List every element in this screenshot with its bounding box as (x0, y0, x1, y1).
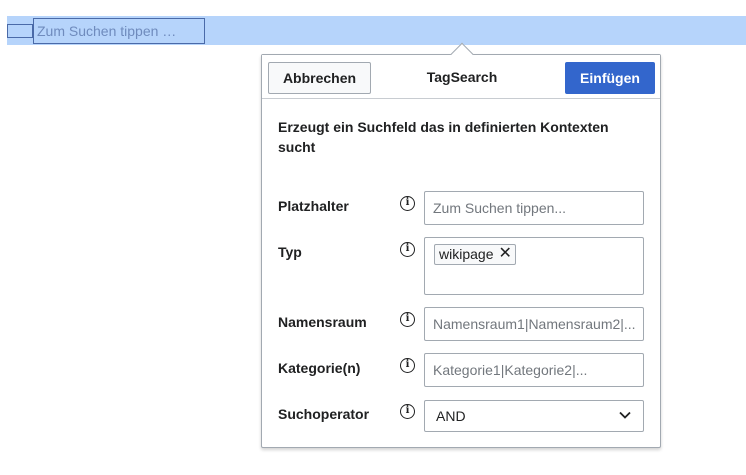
type-label: Typ (278, 244, 302, 260)
operator-select[interactable]: AND (424, 400, 644, 432)
type-tag-label: wikipage (439, 246, 494, 262)
info-icon[interactable]: i (400, 404, 415, 419)
info-icon[interactable]: i (400, 196, 415, 211)
placeholder-label: Platzhalter (278, 198, 349, 214)
info-icon[interactable]: i (400, 358, 415, 373)
info-icon[interactable]: i (400, 312, 415, 327)
insert-button[interactable]: Einfügen (565, 62, 655, 94)
category-label: Kategorie(n) (278, 360, 361, 376)
widget-handle[interactable] (7, 24, 33, 38)
category-input[interactable] (424, 353, 644, 387)
selected-widget-highlight[interactable]: Zum Suchen tippen … (7, 16, 746, 45)
close-icon[interactable]: ✕ (498, 245, 511, 262)
operator-label: Suchoperator (278, 406, 370, 422)
dialog-header: Abbrechen TagSearch Einfügen (262, 55, 660, 99)
namespace-input[interactable] (424, 307, 644, 341)
dialog-description: Erzeugt ein Suchfeld das in definierten … (278, 119, 609, 155)
dialog-title: TagSearch (426, 69, 498, 85)
namespace-label: Namensraum (278, 314, 367, 330)
cancel-button[interactable]: Abbrechen (268, 62, 371, 94)
type-tag: wikipage ✕ (434, 244, 516, 265)
operator-value: AND (436, 408, 466, 424)
placeholder-input[interactable] (424, 191, 644, 225)
search-widget-preview[interactable]: Zum Suchen tippen … (33, 18, 205, 44)
tagsearch-dialog: Abbrechen TagSearch Einfügen Erzeugt ein… (261, 42, 661, 448)
info-icon[interactable]: i (400, 242, 415, 257)
chevron-down-icon (619, 411, 631, 419)
type-multiselect[interactable]: wikipage ✕ (424, 237, 644, 295)
